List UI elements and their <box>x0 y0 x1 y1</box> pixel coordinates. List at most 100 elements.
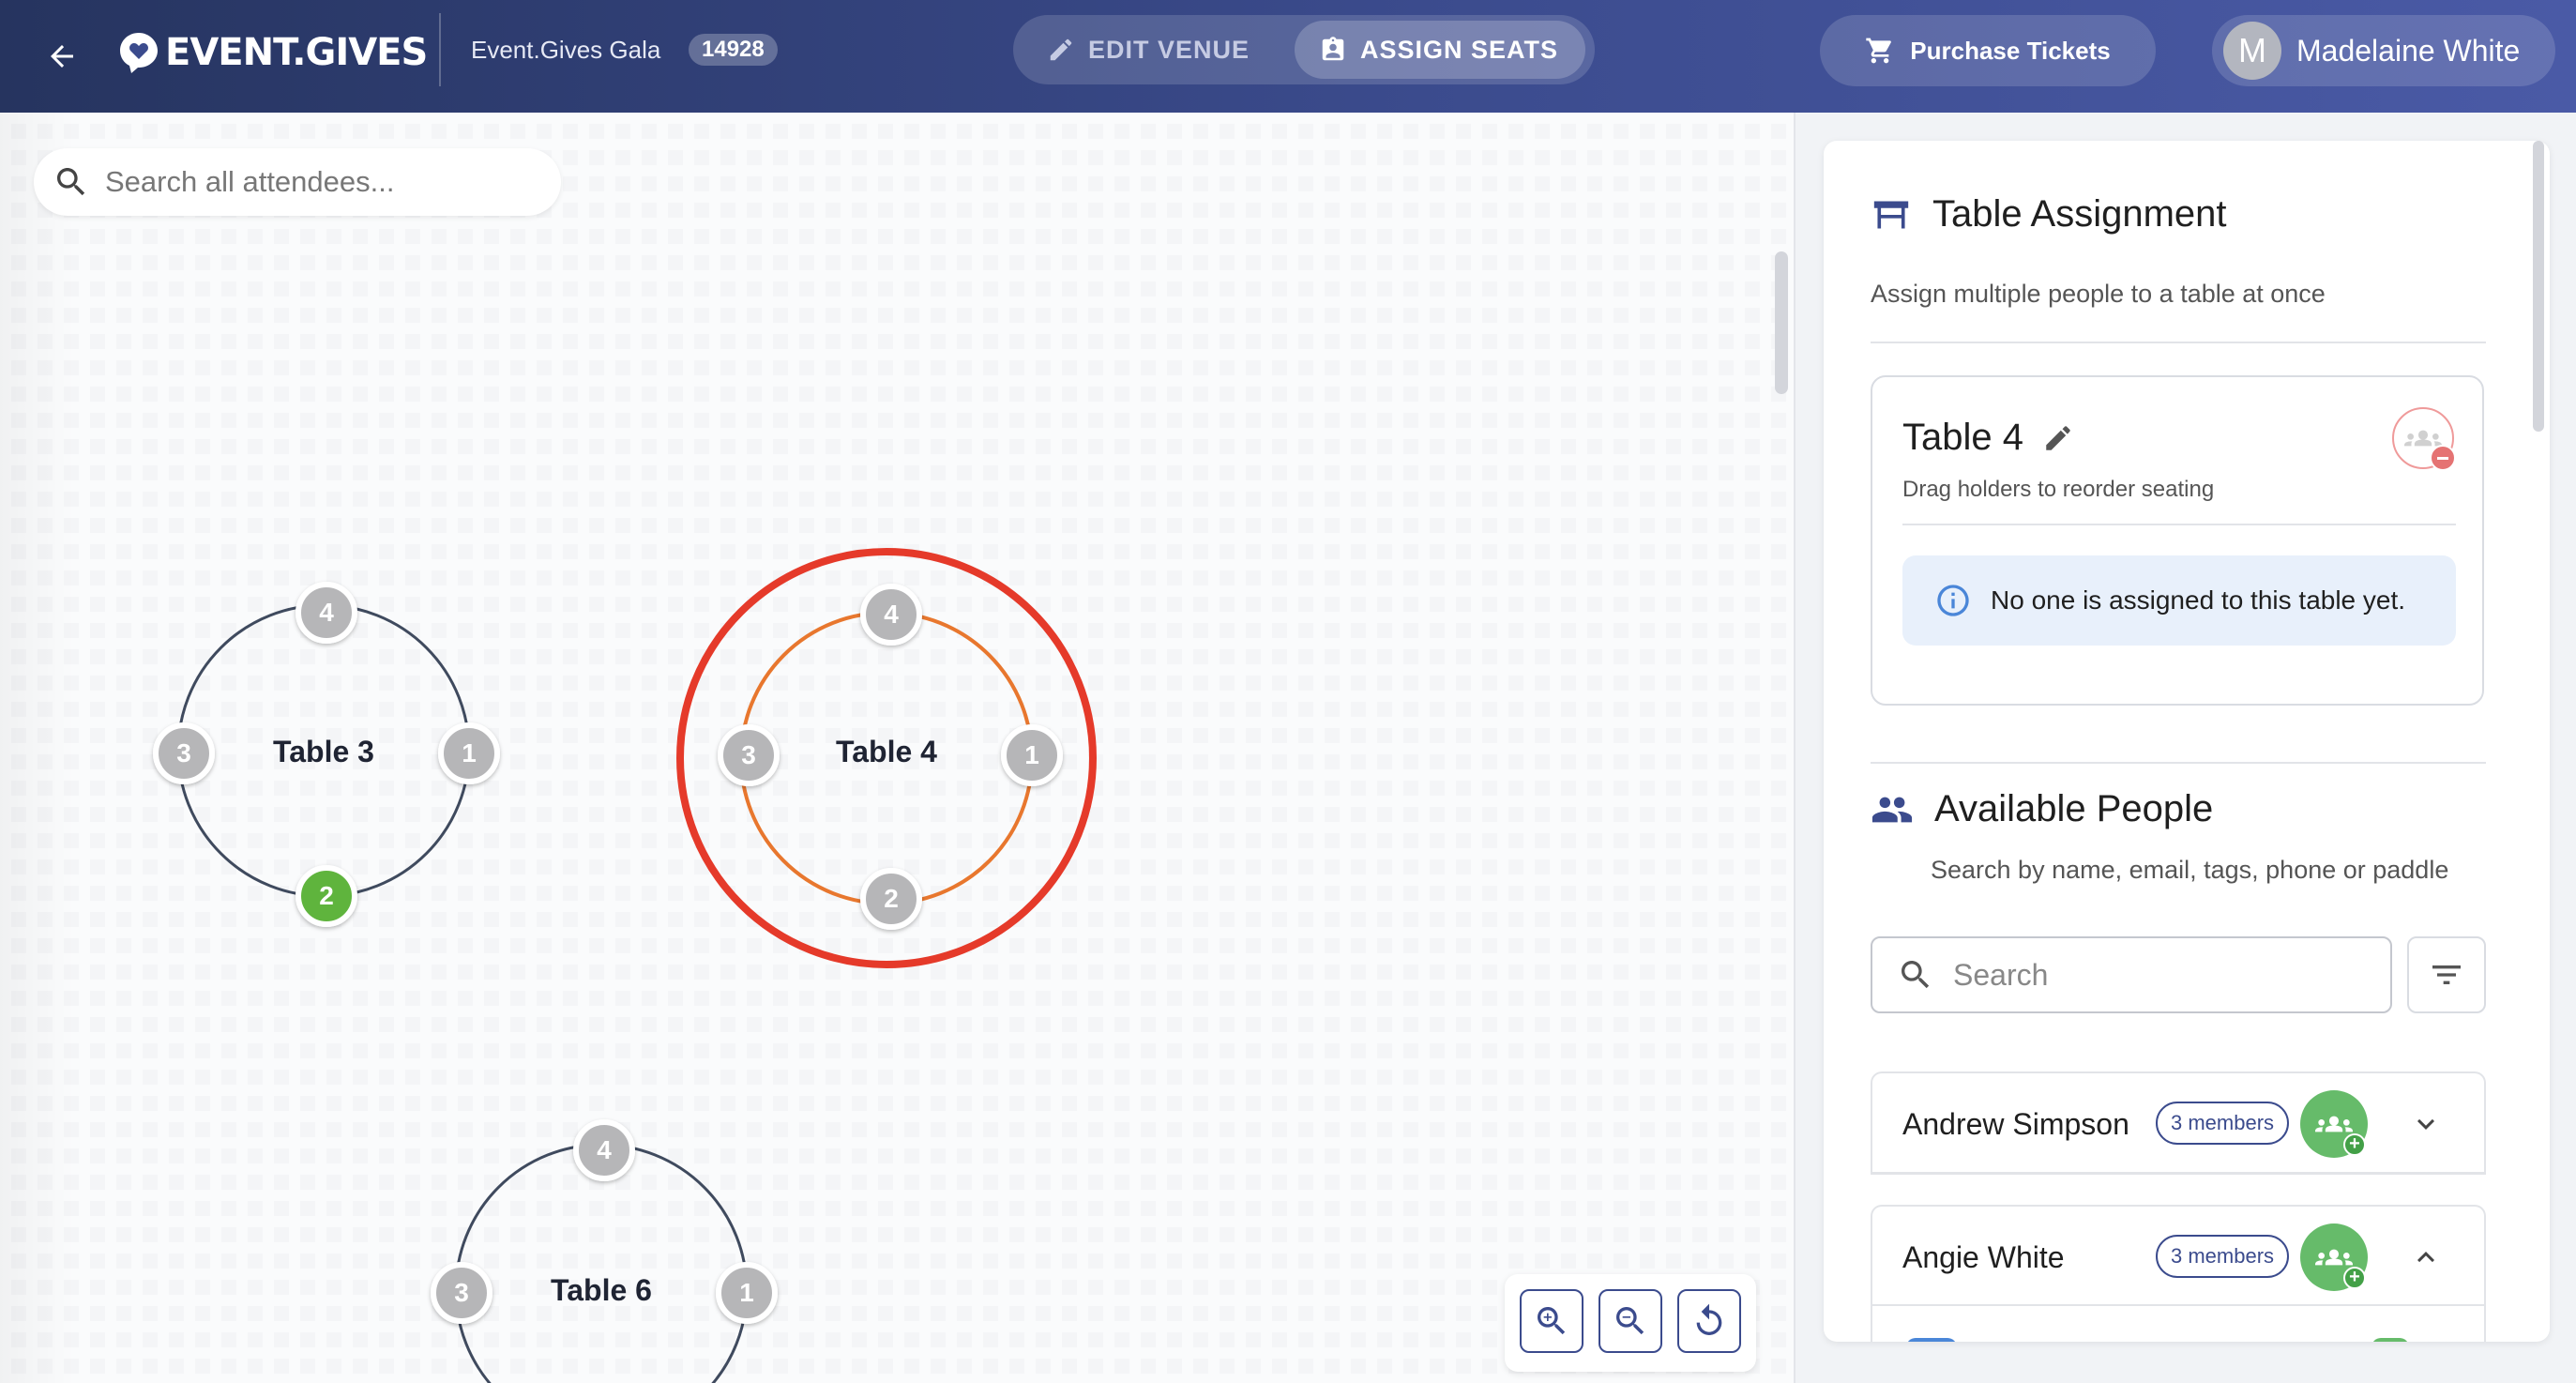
remove-badge <box>2430 445 2456 471</box>
search-icon <box>53 163 90 201</box>
zoom-out-icon <box>1612 1302 1649 1340</box>
seat-number: 4 <box>597 1135 612 1164</box>
table-icon <box>1871 196 1912 234</box>
available-people-header: Available People <box>1871 788 2213 830</box>
group-add-icon <box>2315 1243 2353 1271</box>
assign-group-button[interactable]: + <box>2300 1223 2368 1291</box>
seat-badge-icon <box>1319 36 1347 64</box>
reset-view-button[interactable] <box>1677 1289 1741 1353</box>
seat-number: 2 <box>884 884 899 913</box>
seat-3[interactable]: 3 <box>718 724 780 786</box>
shopping-cart-icon <box>1865 36 1895 66</box>
table-label: Table 4 <box>836 735 937 768</box>
zoom-in-icon <box>1533 1302 1570 1340</box>
person-name: Andrew Simpson <box>1902 1107 2129 1141</box>
member-action-peek <box>2371 1338 2409 1342</box>
table-label: Table 6 <box>551 1273 652 1307</box>
attendee-search-input[interactable] <box>105 165 518 199</box>
event-gives-logo[interactable]: EVENT.GIVES <box>118 24 428 81</box>
card-divider <box>1902 524 2456 525</box>
selected-table-name: Table 4 <box>1902 417 2023 458</box>
event-name: Event.Gives Gala <box>471 36 661 64</box>
pencil-icon <box>1047 36 1075 64</box>
mode-toggle: EDIT VENUE ASSIGN SEATS <box>1013 15 1595 84</box>
seat-number: 4 <box>884 600 899 629</box>
filter-button[interactable] <box>2407 936 2486 1013</box>
seating-canvas[interactable]: Table 3 4 1 2 3 Table 4 4 1 2 3 Table 6 … <box>0 113 1794 1383</box>
people-search-input[interactable] <box>1953 957 2366 993</box>
zoom-controls <box>1505 1274 1756 1372</box>
seat-number: 1 <box>1024 740 1039 769</box>
edit-venue-button[interactable]: EDIT VENUE <box>1023 21 1287 79</box>
assign-seats-label: ASSIGN SEATS <box>1360 35 1559 64</box>
info-icon <box>1934 582 1972 619</box>
filter-icon <box>2428 956 2465 994</box>
seat-1[interactable]: 1 <box>438 722 500 784</box>
back-arrow-icon[interactable] <box>34 28 90 84</box>
purchase-tickets-button[interactable]: Purchase Tickets <box>1820 15 2156 86</box>
reset-view-icon <box>1690 1302 1728 1340</box>
table-3[interactable]: Table 3 4 1 2 3 <box>153 582 500 927</box>
purchase-tickets-label: Purchase Tickets <box>1910 36 2111 65</box>
assign-group-button[interactable]: + <box>2300 1090 2368 1158</box>
seat-2-occupied[interactable]: 2 <box>295 865 357 927</box>
person-row-andrew-simpson[interactable]: Andrew Simpson 3 members + <box>1871 1071 2486 1175</box>
person-row-angie-white[interactable]: Angie White 3 members + <box>1871 1205 2486 1342</box>
attendee-search-bar <box>34 148 561 216</box>
user-name: Madelaine White <box>2296 33 2521 68</box>
seat-4[interactable]: 4 <box>573 1119 635 1181</box>
table-assignment-header: Table Assignment <box>1871 193 2227 236</box>
seat-number: 3 <box>741 740 756 769</box>
seat-4[interactable]: 4 <box>295 582 357 644</box>
header-divider <box>439 13 441 86</box>
seat-number: 3 <box>454 1278 469 1307</box>
seat-number: 3 <box>176 738 191 767</box>
assign-seats-button[interactable]: ASSIGN SEATS <box>1295 21 1585 79</box>
zoom-out-button[interactable] <box>1599 1289 1662 1353</box>
empty-table-message: No one is assigned to this table yet. <box>1991 585 2406 615</box>
member-avatar-peek <box>1906 1338 1957 1342</box>
table-assignment-subtitle: Assign multiple people to a table at onc… <box>1871 280 2326 308</box>
seat-1[interactable]: 1 <box>1001 724 1063 786</box>
selected-table-card: Table 4 Drag holders to reorder seating … <box>1871 375 2484 706</box>
members-badge: 3 members <box>2156 1102 2290 1145</box>
seat-number: 2 <box>319 881 334 910</box>
table-4[interactable]: Table 4 4 1 2 3 <box>676 548 1097 968</box>
logo-text: EVENT.GIVES <box>165 31 428 74</box>
section-divider <box>1871 762 2486 764</box>
selected-table-hint: Drag holders to reorder seating <box>1902 477 2215 502</box>
top-bar: EVENT.GIVES Event.Gives Gala 14928 EDIT … <box>0 0 2576 113</box>
seat-3[interactable]: 3 <box>431 1262 492 1324</box>
chevron-up-icon[interactable] <box>2403 1235 2448 1280</box>
person-name: Angie White <box>1902 1240 2065 1274</box>
chevron-down-icon[interactable] <box>2403 1102 2448 1147</box>
seat-number: 1 <box>462 738 477 767</box>
user-menu[interactable]: M Madelaine White <box>2212 15 2555 86</box>
seat-number: 4 <box>319 598 334 627</box>
seat-4[interactable]: 4 <box>860 584 922 646</box>
table-label: Table 3 <box>273 735 374 768</box>
remove-group-button[interactable] <box>2392 407 2456 471</box>
seat-1[interactable]: 1 <box>716 1262 778 1324</box>
avatar: M <box>2223 22 2281 80</box>
table-6[interactable]: Table 6 4 1 3 <box>431 1119 778 1383</box>
panel-scrollbar[interactable] <box>2533 141 2544 432</box>
event-id-badge: 14928 <box>689 34 778 66</box>
selected-table-title: Table 4 <box>1902 417 2074 459</box>
group-add-icon <box>2315 1110 2353 1138</box>
empty-table-alert: No one is assigned to this table yet. <box>1902 555 2456 646</box>
seat-number: 1 <box>739 1278 754 1307</box>
seating-layout: Table 3 4 1 2 3 Table 4 4 1 2 3 Table 6 … <box>153 548 1097 1383</box>
members-badge: 3 members <box>2156 1235 2290 1278</box>
available-people-subtitle: Search by name, email, tags, phone or pa… <box>1931 856 2449 884</box>
seat-2[interactable]: 2 <box>860 868 922 930</box>
table-assignment-title: Table Assignment <box>1932 193 2227 235</box>
edit-venue-label: EDIT VENUE <box>1088 35 1250 64</box>
canvas-scrollbar[interactable] <box>1775 251 1788 394</box>
row-divider <box>1872 1304 2484 1306</box>
search-icon <box>1897 956 1934 994</box>
zoom-in-button[interactable] <box>1520 1289 1583 1353</box>
seat-3[interactable]: 3 <box>153 722 215 784</box>
edit-table-name-icon[interactable] <box>2042 422 2074 454</box>
people-icon <box>1871 791 1914 828</box>
